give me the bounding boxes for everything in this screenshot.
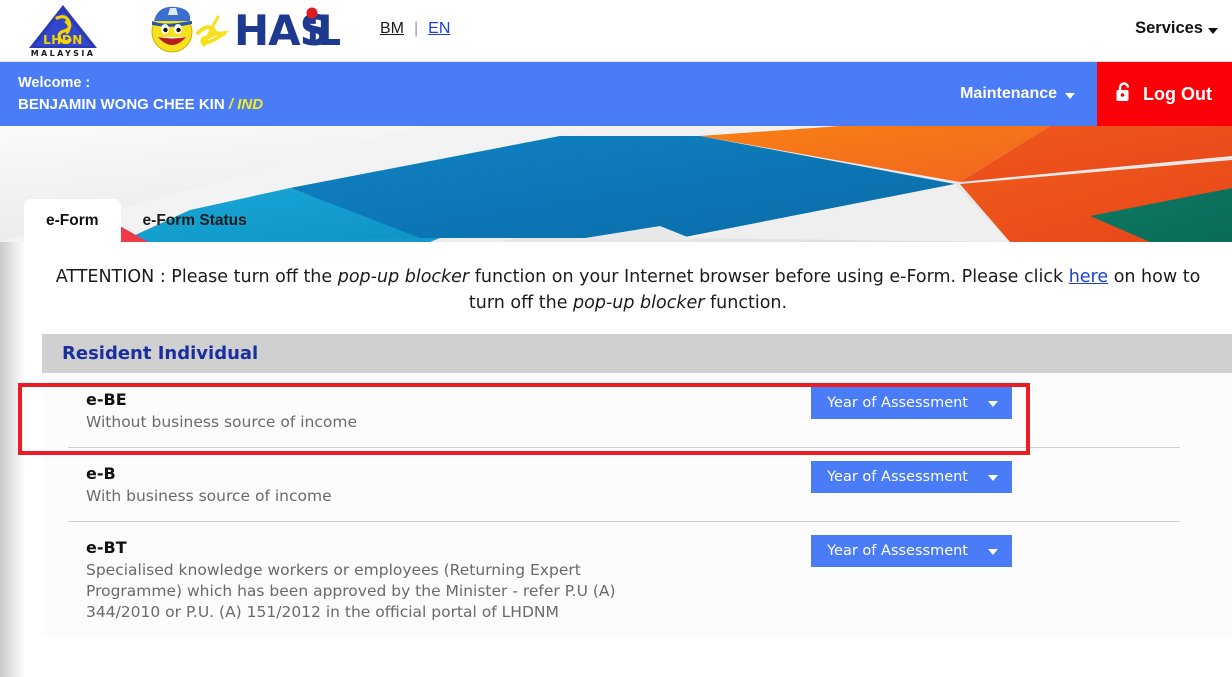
form-list: e-BE Without business source of income Y… bbox=[42, 373, 1232, 637]
form-info: e-BT Specialised knowledge workers or em… bbox=[86, 535, 811, 623]
year-of-assessment-label: Year of Assessment bbox=[827, 543, 968, 559]
welcome-user-type: / IND bbox=[228, 96, 264, 113]
svg-text:MALAYSIA: MALAYSIA bbox=[31, 49, 96, 58]
tab-e-form-status[interactable]: e-Form Status bbox=[121, 199, 269, 242]
form-description: Without business source of income bbox=[86, 413, 358, 431]
form-row-e-bt[interactable]: e-BT Specialised knowledge workers or em… bbox=[42, 521, 1232, 637]
row-divider bbox=[68, 521, 1180, 522]
page-root: LHDN MALAYSIA HAS i L BM | EN Services W… bbox=[0, 0, 1232, 677]
logout-button[interactable]: Log Out bbox=[1097, 62, 1232, 126]
svg-text:LHDN: LHDN bbox=[43, 33, 83, 47]
welcome-user-line: BENJAMIN WONG CHEE KIN / IND bbox=[18, 94, 263, 115]
row-divider bbox=[68, 447, 1180, 448]
year-of-assessment-button-e-b[interactable]: Year of Assessment bbox=[811, 461, 1012, 493]
form-description: With business source of income bbox=[86, 487, 332, 505]
form-row-e-be[interactable]: e-BE Without business source of income Y… bbox=[42, 373, 1232, 447]
year-of-assessment-button-e-be[interactable]: Year of Assessment bbox=[811, 387, 1012, 419]
top-bar: LHDN MALAYSIA HAS i L BM | EN Services bbox=[0, 0, 1232, 62]
chevron-down-icon bbox=[988, 475, 998, 481]
language-switcher: BM | EN bbox=[380, 20, 450, 38]
form-row-e-b[interactable]: e-B With business source of income Year … bbox=[42, 447, 1232, 521]
form-code: e-B bbox=[86, 464, 116, 483]
logout-label: Log Out bbox=[1143, 83, 1212, 104]
services-label: Services bbox=[1135, 19, 1203, 37]
welcome-bar: Welcome : BENJAMIN WONG CHEE KIN / IND M… bbox=[0, 62, 1232, 126]
tab-e-form[interactable]: e-Form bbox=[24, 199, 121, 242]
form-code: e-BE bbox=[86, 390, 127, 409]
section-title: Resident Individual bbox=[62, 343, 259, 364]
form-info: e-BE Without business source of income bbox=[86, 387, 811, 433]
main-content: ATTENTION : Please turn off the pop-up b… bbox=[24, 242, 1232, 677]
attention-mid: function on your Internet browser before… bbox=[469, 267, 1069, 287]
svg-text:L: L bbox=[317, 6, 340, 55]
maintenance-menu[interactable]: Maintenance bbox=[938, 62, 1097, 126]
attention-emphasis-1: pop-up blocker bbox=[337, 267, 470, 287]
chevron-down-icon bbox=[1208, 27, 1218, 34]
attention-prefix: ATTENTION : Please turn off the bbox=[55, 267, 338, 287]
unlock-icon bbox=[1115, 81, 1133, 108]
year-of-assessment-label: Year of Assessment bbox=[827, 469, 968, 485]
welcome-text: Welcome : BENJAMIN WONG CHEE KIN / IND bbox=[0, 73, 263, 115]
welcome-bar-actions: Maintenance Log Out bbox=[938, 62, 1232, 126]
banner-graphic: e-Form e-Form Status bbox=[0, 126, 1232, 242]
lhdn-logo[interactable]: LHDN MALAYSIA bbox=[26, 2, 100, 58]
language-separator: | bbox=[414, 20, 419, 37]
section-header-resident-individual: Resident Individual bbox=[42, 334, 1232, 373]
ezhasil-logo[interactable]: HAS i L bbox=[140, 0, 344, 59]
attention-suffix: function. bbox=[704, 293, 788, 313]
tab-e-form-status-label: e-Form Status bbox=[142, 212, 247, 229]
chevron-down-icon bbox=[1065, 93, 1076, 99]
form-info: e-B With business source of income bbox=[86, 461, 811, 507]
services-menu[interactable]: Services bbox=[1135, 19, 1218, 38]
attention-emphasis-2: pop-up blocker bbox=[573, 293, 705, 313]
maintenance-label: Maintenance bbox=[960, 85, 1058, 102]
tab-bar: e-Form e-Form Status bbox=[24, 199, 269, 242]
welcome-greeting: Welcome : bbox=[18, 75, 91, 91]
content-wrapper: ATTENTION : Please turn off the pop-up b… bbox=[0, 242, 1232, 677]
welcome-user-name: BENJAMIN WONG CHEE KIN bbox=[18, 96, 225, 113]
year-of-assessment-label: Year of Assessment bbox=[827, 395, 968, 411]
form-code: e-BT bbox=[86, 538, 127, 557]
language-link-en[interactable]: EN bbox=[428, 20, 450, 38]
form-description: Specialised knowledge workers or employe… bbox=[86, 561, 616, 621]
attention-notice: ATTENTION : Please turn off the pop-up b… bbox=[24, 242, 1232, 330]
language-link-bm[interactable]: BM bbox=[380, 20, 404, 38]
tab-e-form-label: e-Form bbox=[46, 212, 99, 229]
chevron-down-icon bbox=[988, 401, 998, 407]
chevron-down-icon bbox=[988, 549, 998, 555]
popup-blocker-help-link[interactable]: here bbox=[1069, 267, 1108, 287]
year-of-assessment-button-e-bt[interactable]: Year of Assessment bbox=[811, 535, 1012, 567]
